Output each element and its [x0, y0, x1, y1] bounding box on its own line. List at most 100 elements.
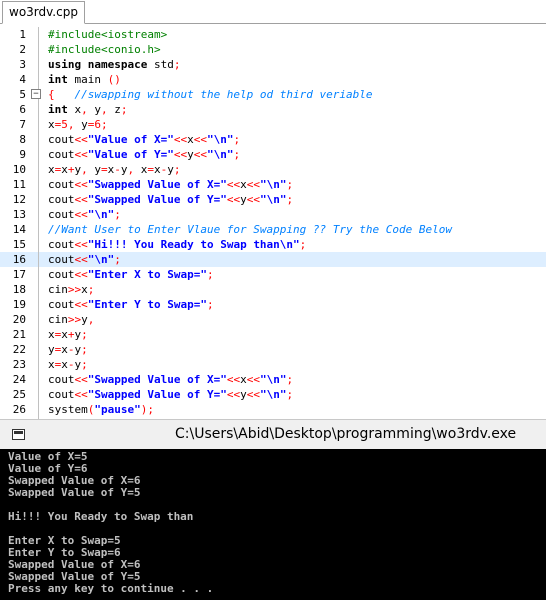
code-line[interactable]: 24 cout<<"Swapped Value of X="<<x<<"\n"; [0, 372, 546, 387]
code-token: x [48, 163, 55, 176]
code-token: ; [81, 343, 88, 356]
fold-collapse-icon[interactable]: − [31, 89, 41, 99]
code-token: ; [81, 328, 88, 341]
code-token: + [67, 328, 75, 341]
code-line[interactable]: 1 #include<iostream> [0, 27, 546, 42]
code-token: #include<conio.h> [48, 43, 161, 56]
code-line[interactable]: 4 int main () [0, 72, 546, 87]
code-token: "Enter X to Swap=" [87, 268, 207, 281]
console-window[interactable]: C:\Users\Abid\Desktop\programming\wo3rdv… [0, 419, 546, 600]
code-token: "Value of X=" [87, 133, 174, 146]
code-line[interactable]: 23 x=x-y; [0, 357, 546, 372]
code-token: "\n" [259, 178, 287, 191]
code-line[interactable]: 7 x=5, y=6; [0, 117, 546, 132]
code-line[interactable]: 17 cout<<"Enter X to Swap="; [0, 267, 546, 282]
code-text: { //swapping without the help od third v… [48, 87, 373, 102]
code-token: "\n" [259, 193, 287, 206]
code-token: "Swapped Value of X=" [87, 178, 227, 191]
console-window-icon [12, 429, 25, 440]
code-line[interactable]: 10 x=x+y, y=x-y, x=x-y; [0, 162, 546, 177]
code-token: x [48, 358, 55, 371]
line-number: 25 [12, 388, 26, 401]
code-line[interactable]: 3 using namespace std; [0, 57, 546, 72]
code-text: x=5, y=6; [48, 117, 108, 132]
line-number: 13 [12, 208, 26, 221]
code-token: int [48, 73, 68, 86]
console-output: Value of X=5 Value of Y=6 Swapped Value of… [8, 451, 538, 595]
code-token: std [147, 58, 174, 71]
line-number: 19 [12, 298, 26, 311]
code-line[interactable]: 18 cin>>x; [0, 282, 546, 297]
code-token: << [193, 133, 207, 146]
code-line[interactable]: 11 cout<<"Swapped Value of X="<<x<<"\n"; [0, 177, 546, 192]
code-token: << [173, 148, 188, 161]
code-token: ; [233, 133, 241, 146]
code-token: << [226, 388, 241, 401]
code-token: cout [48, 388, 75, 401]
code-token: << [74, 178, 88, 191]
line-number: 23 [12, 358, 26, 371]
code-text: #include<conio.h> [48, 42, 161, 57]
code-line[interactable]: 9 cout<<"Value of Y="<<y<<"\n"; [0, 147, 546, 162]
code-editor[interactable]: wo3rdv.cpp 1 #include<iostream> 2 #include<… [0, 0, 546, 419]
code-line[interactable]: 2 #include<conio.h> [0, 42, 546, 57]
code-token: = [101, 163, 108, 176]
code-token: ; [101, 118, 108, 131]
code-token: cout [48, 208, 75, 221]
code-line[interactable]: 12 cout<<"Swapped Value of Y="<<y<<"\n"; [0, 192, 546, 207]
line-number: 2 [19, 43, 26, 56]
code-token: "Swapped Value of Y=" [87, 193, 227, 206]
code-token: x [81, 283, 88, 296]
code-token: main [67, 73, 108, 86]
code-token: ; [286, 373, 294, 386]
code-line[interactable]: 26 system("pause"); [0, 402, 546, 417]
code-line[interactable]: 16 cout<<"\n"; [0, 252, 546, 267]
code-line[interactable]: 13 cout<<"\n"; [0, 207, 546, 222]
code-line[interactable]: 15 cout<<"Hi!!! You Ready to Swap than\n"… [0, 237, 546, 252]
code-line[interactable]: 21 x=x+y; [0, 327, 546, 342]
line-number: 6 [19, 103, 26, 116]
line-number: 18 [12, 283, 26, 296]
code-line[interactable]: 22 y=x-y; [0, 342, 546, 357]
code-token: << [74, 253, 88, 266]
code-token: "Swapped Value of Y=" [87, 388, 227, 401]
code-token: x [187, 133, 194, 146]
code-token: cout [48, 178, 75, 191]
code-token: - [114, 163, 121, 176]
code-token: "\n" [206, 133, 234, 146]
code-token: ; [114, 208, 121, 221]
line-number: 21 [12, 328, 26, 341]
line-number: 7 [19, 118, 26, 131]
code-token: = [147, 163, 154, 176]
code-line[interactable]: 5 { //swapping without the help od third … [0, 87, 546, 102]
code-area[interactable]: 1 #include<iostream> 2 #include<conio.h> 3 us… [0, 27, 546, 419]
code-text: cout<<"Hi!!! You Ready to Swap than\n"; [48, 237, 306, 252]
code-token: ; [206, 298, 214, 311]
code-token: cout [48, 373, 75, 386]
code-line[interactable]: 8 cout<<"Value of X="<<x<<"\n"; [0, 132, 546, 147]
code-token: << [226, 373, 241, 386]
code-token: system [48, 403, 88, 416]
code-token: x [48, 118, 55, 131]
code-line[interactable]: 19 cout<<"Enter Y to Swap="; [0, 297, 546, 312]
code-text: cout<<"Enter Y to Swap="; [48, 297, 214, 312]
file-tab[interactable]: wo3rdv.cpp [2, 1, 85, 24]
code-token: , [81, 103, 88, 116]
code-line[interactable]: 14 //Want User to Enter Vlaue for Swappin… [0, 222, 546, 237]
code-token: "\n" [259, 388, 287, 401]
code-line[interactable]: 6 int x, y, z; [0, 102, 546, 117]
code-token: x [240, 373, 247, 386]
console-title-bar[interactable]: C:\Users\Abid\Desktop\programming\wo3rdv… [0, 419, 546, 449]
code-line[interactable]: 25 cout<<"Swapped Value of Y="<<y<<"\n"; [0, 387, 546, 402]
code-token: y [187, 148, 194, 161]
code-text: system("pause"); [48, 402, 154, 417]
code-token: 6 [94, 118, 101, 131]
code-text: cout<<"Value of Y="<<y<<"\n"; [48, 147, 240, 162]
code-token: x [61, 343, 68, 356]
code-token: ; [233, 148, 241, 161]
code-token: << [173, 133, 188, 146]
code-token: cin [48, 313, 68, 326]
code-line[interactable]: 20 cin>>y, [0, 312, 546, 327]
code-token: << [226, 178, 241, 191]
code-token: << [246, 388, 260, 401]
